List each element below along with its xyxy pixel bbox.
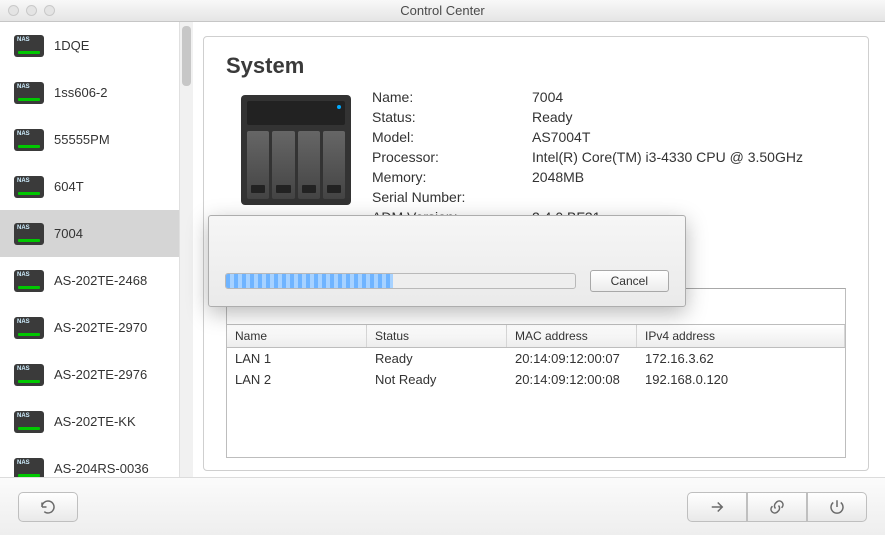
spec-label-status: Status: (372, 109, 532, 125)
progress-bar (225, 273, 576, 289)
sidebar-item-55555pm[interactable]: 55555PM (0, 116, 179, 163)
nas-icon (14, 223, 44, 245)
col-mac[interactable]: MAC address (507, 325, 637, 347)
window-title: Control Center (0, 3, 885, 18)
nas-icon (14, 458, 44, 478)
cell-status: Ready (367, 348, 507, 369)
sidebar-item-1ss606-2[interactable]: 1ss606-2 (0, 69, 179, 116)
cell-name: LAN 2 (227, 369, 367, 390)
nas-icon (14, 176, 44, 198)
spec-label-name: Name: (372, 89, 532, 105)
panel-heading: System (226, 53, 846, 79)
progress-dialog: Cancel (208, 215, 686, 307)
spec-value-status: Ready (532, 109, 846, 125)
titlebar: Control Center (0, 0, 885, 22)
sidebar-scrollbar[interactable] (179, 22, 193, 477)
arrow-right-icon (708, 498, 726, 516)
sidebar-item-label: 55555PM (54, 132, 110, 147)
cell-mac: 20:14:09:12:00:07 (507, 348, 637, 369)
refresh-icon (39, 498, 57, 516)
sidebar-item-label: AS-202TE-2468 (54, 273, 147, 288)
sidebar-item-as-202te-2468[interactable]: AS-202TE-2468 (0, 257, 179, 304)
sidebar-list: 1DQE 1ss606-2 55555PM 604T 7004 AS-202TE… (0, 22, 179, 477)
sidebar-item-label: 1DQE (54, 38, 89, 53)
device-image (226, 87, 366, 227)
col-ipv4[interactable]: IPv4 address (637, 325, 845, 347)
sidebar-item-label: AS-202TE-2970 (54, 320, 147, 335)
minimize-window-button[interactable] (26, 5, 37, 16)
col-name[interactable]: Name (227, 325, 367, 347)
zoom-window-button[interactable] (44, 5, 55, 16)
sidebar-item-label: AS-202TE-2976 (54, 367, 147, 382)
sidebar-item-label: AS-204RS-0036 (54, 461, 149, 476)
spec-value-model: AS7004T (532, 129, 846, 145)
sidebar-item-604t[interactable]: 604T (0, 163, 179, 210)
sidebar: 1DQE 1ss606-2 55555PM 604T 7004 AS-202TE… (0, 22, 193, 477)
power-icon (828, 498, 846, 516)
nas-icon (14, 364, 44, 386)
connect-button[interactable] (687, 492, 747, 522)
sidebar-item-as-202te-2970[interactable]: AS-202TE-2970 (0, 304, 179, 351)
spec-label-model: Model: (372, 129, 532, 145)
spec-label-memory: Memory: (372, 169, 532, 185)
cell-ipv4: 192.168.0.120 (637, 369, 845, 390)
refresh-button[interactable] (18, 492, 78, 522)
sidebar-item-label: AS-202TE-KK (54, 414, 136, 429)
nas-icon (14, 35, 44, 57)
sidebar-item-label: 604T (54, 179, 84, 194)
spec-value-memory: 2048MB (532, 169, 846, 185)
sidebar-scrollbar-thumb[interactable] (182, 26, 191, 86)
spec-value-processor: Intel(R) Core(TM) i3-4330 CPU @ 3.50GHz (532, 149, 846, 165)
sidebar-item-as-202te-kk[interactable]: AS-202TE-KK (0, 398, 179, 445)
link-icon (768, 498, 786, 516)
sidebar-item-label: 1ss606-2 (54, 85, 107, 100)
nas-icon (14, 129, 44, 151)
link-button[interactable] (747, 492, 807, 522)
nas-icon (14, 411, 44, 433)
cell-status: Not Ready (367, 369, 507, 390)
network-panel: Name Status MAC address IPv4 address LAN… (226, 288, 846, 458)
spec-label-processor: Processor: (372, 149, 532, 165)
sidebar-item-7004[interactable]: 7004 (0, 210, 179, 257)
nas-icon (14, 317, 44, 339)
col-status[interactable]: Status (367, 325, 507, 347)
spec-label-serial: Serial Number: (372, 189, 532, 205)
nas-icon (14, 270, 44, 292)
spec-value-name: 7004 (532, 89, 846, 105)
progress-fill (226, 274, 393, 288)
table-row[interactable]: LAN 1 Ready 20:14:09:12:00:07 172.16.3.6… (227, 348, 845, 369)
spec-value-serial (532, 189, 846, 205)
bottom-toolbar (0, 477, 885, 535)
network-table-body: LAN 1 Ready 20:14:09:12:00:07 172.16.3.6… (227, 348, 845, 390)
close-window-button[interactable] (8, 5, 19, 16)
table-row[interactable]: LAN 2 Not Ready 20:14:09:12:00:08 192.16… (227, 369, 845, 390)
network-table-header: Name Status MAC address IPv4 address (227, 325, 845, 348)
cancel-button[interactable]: Cancel (590, 270, 669, 292)
sidebar-item-as-202te-2976[interactable]: AS-202TE-2976 (0, 351, 179, 398)
cell-ipv4: 172.16.3.62 (637, 348, 845, 369)
sidebar-item-as-204rs-0036[interactable]: AS-204RS-0036 (0, 445, 179, 477)
cell-name: LAN 1 (227, 348, 367, 369)
cell-mac: 20:14:09:12:00:08 (507, 369, 637, 390)
sidebar-item-label: 7004 (54, 226, 83, 241)
window-controls (8, 5, 55, 16)
nas-icon (14, 82, 44, 104)
power-button[interactable] (807, 492, 867, 522)
sidebar-item-1dqe[interactable]: 1DQE (0, 22, 179, 69)
